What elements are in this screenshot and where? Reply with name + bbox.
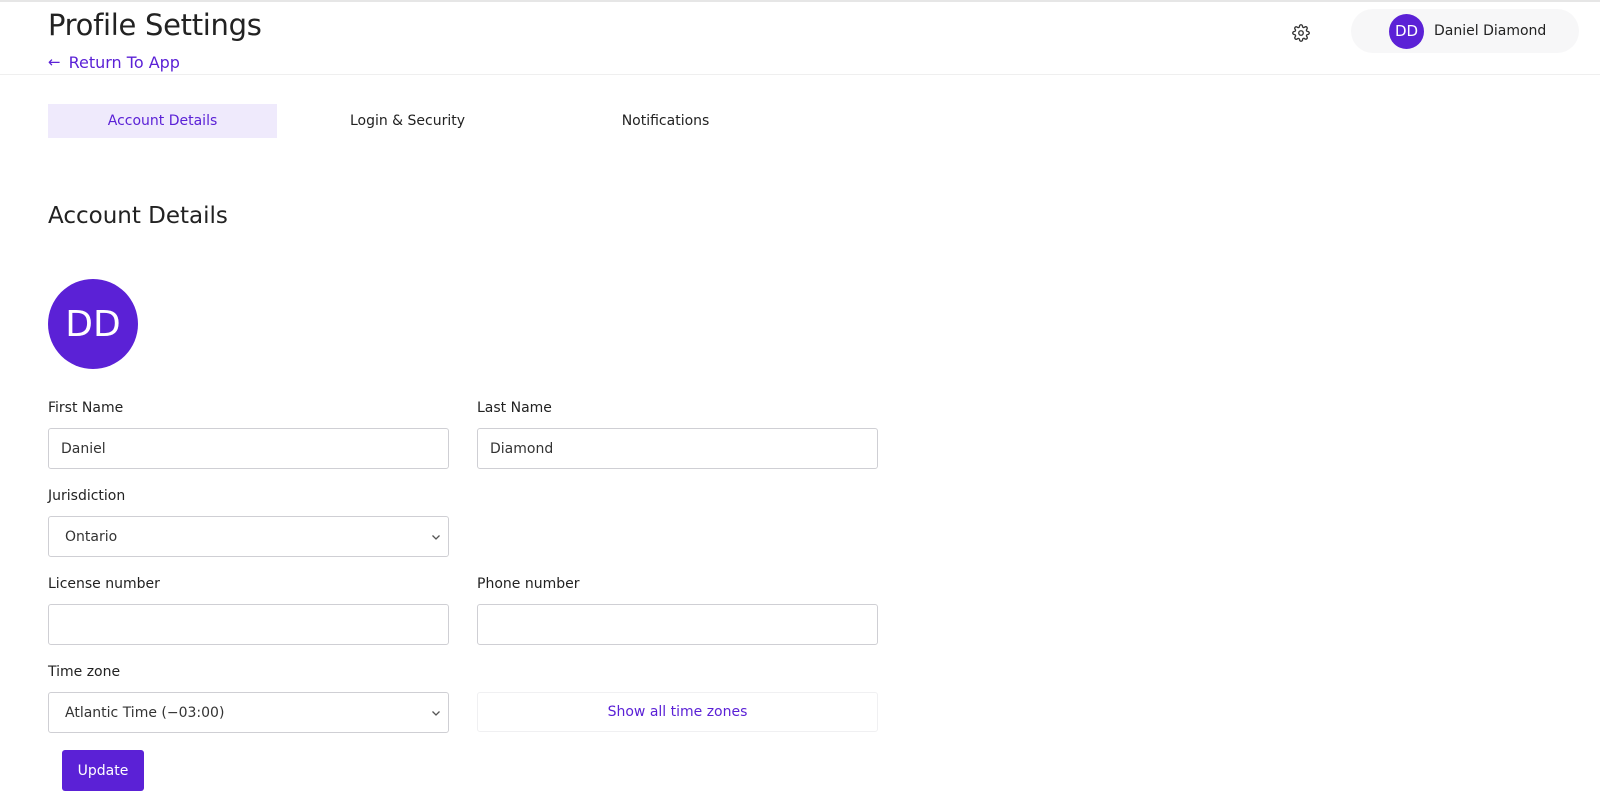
first-name-label: First Name	[48, 400, 124, 416]
tab-notifications[interactable]: Notifications	[563, 104, 768, 138]
license-number-input[interactable]	[48, 604, 449, 645]
gear-icon	[1292, 24, 1310, 42]
time-zone-value: Atlantic Time (−03:00)	[65, 704, 225, 721]
last-name-input[interactable]	[477, 428, 878, 469]
time-zone-label: Time zone	[48, 664, 121, 680]
section-title: Account Details	[48, 203, 228, 229]
chevron-down-icon	[432, 711, 440, 716]
jurisdiction-value: Ontario	[65, 528, 118, 545]
chevron-down-icon	[432, 535, 440, 540]
settings-button[interactable]	[1290, 22, 1312, 44]
tab-account-details[interactable]: Account Details	[48, 104, 277, 138]
tab-login-security[interactable]: Login & Security	[305, 104, 510, 138]
jurisdiction-label: Jurisdiction	[48, 488, 126, 504]
first-name-input[interactable]	[48, 428, 449, 469]
phone-number-input[interactable]	[477, 604, 878, 645]
profile-avatar[interactable]: DD	[48, 279, 138, 369]
license-number-label: License number	[48, 576, 160, 592]
last-name-label: Last Name	[477, 400, 552, 416]
arrow-left-icon: ←	[48, 53, 61, 71]
page-title: Profile Settings	[48, 8, 262, 42]
jurisdiction-select[interactable]: Ontario	[48, 516, 449, 557]
phone-number-label: Phone number	[477, 576, 580, 592]
user-avatar: DD	[1389, 13, 1424, 49]
time-zone-select[interactable]: Atlantic Time (−03:00)	[48, 692, 449, 733]
update-button[interactable]: Update	[62, 750, 144, 791]
return-to-app-label: Return To App	[68, 53, 180, 72]
return-to-app-link[interactable]: ← Return To App	[48, 53, 180, 72]
show-all-time-zones-button[interactable]: Show all time zones	[477, 692, 878, 732]
user-menu-button[interactable]: DD Daniel Diamond	[1351, 9, 1579, 53]
user-name: Daniel Diamond	[1434, 23, 1547, 39]
page-header: Profile Settings ← Return To App DD Dani…	[0, 2, 1600, 75]
